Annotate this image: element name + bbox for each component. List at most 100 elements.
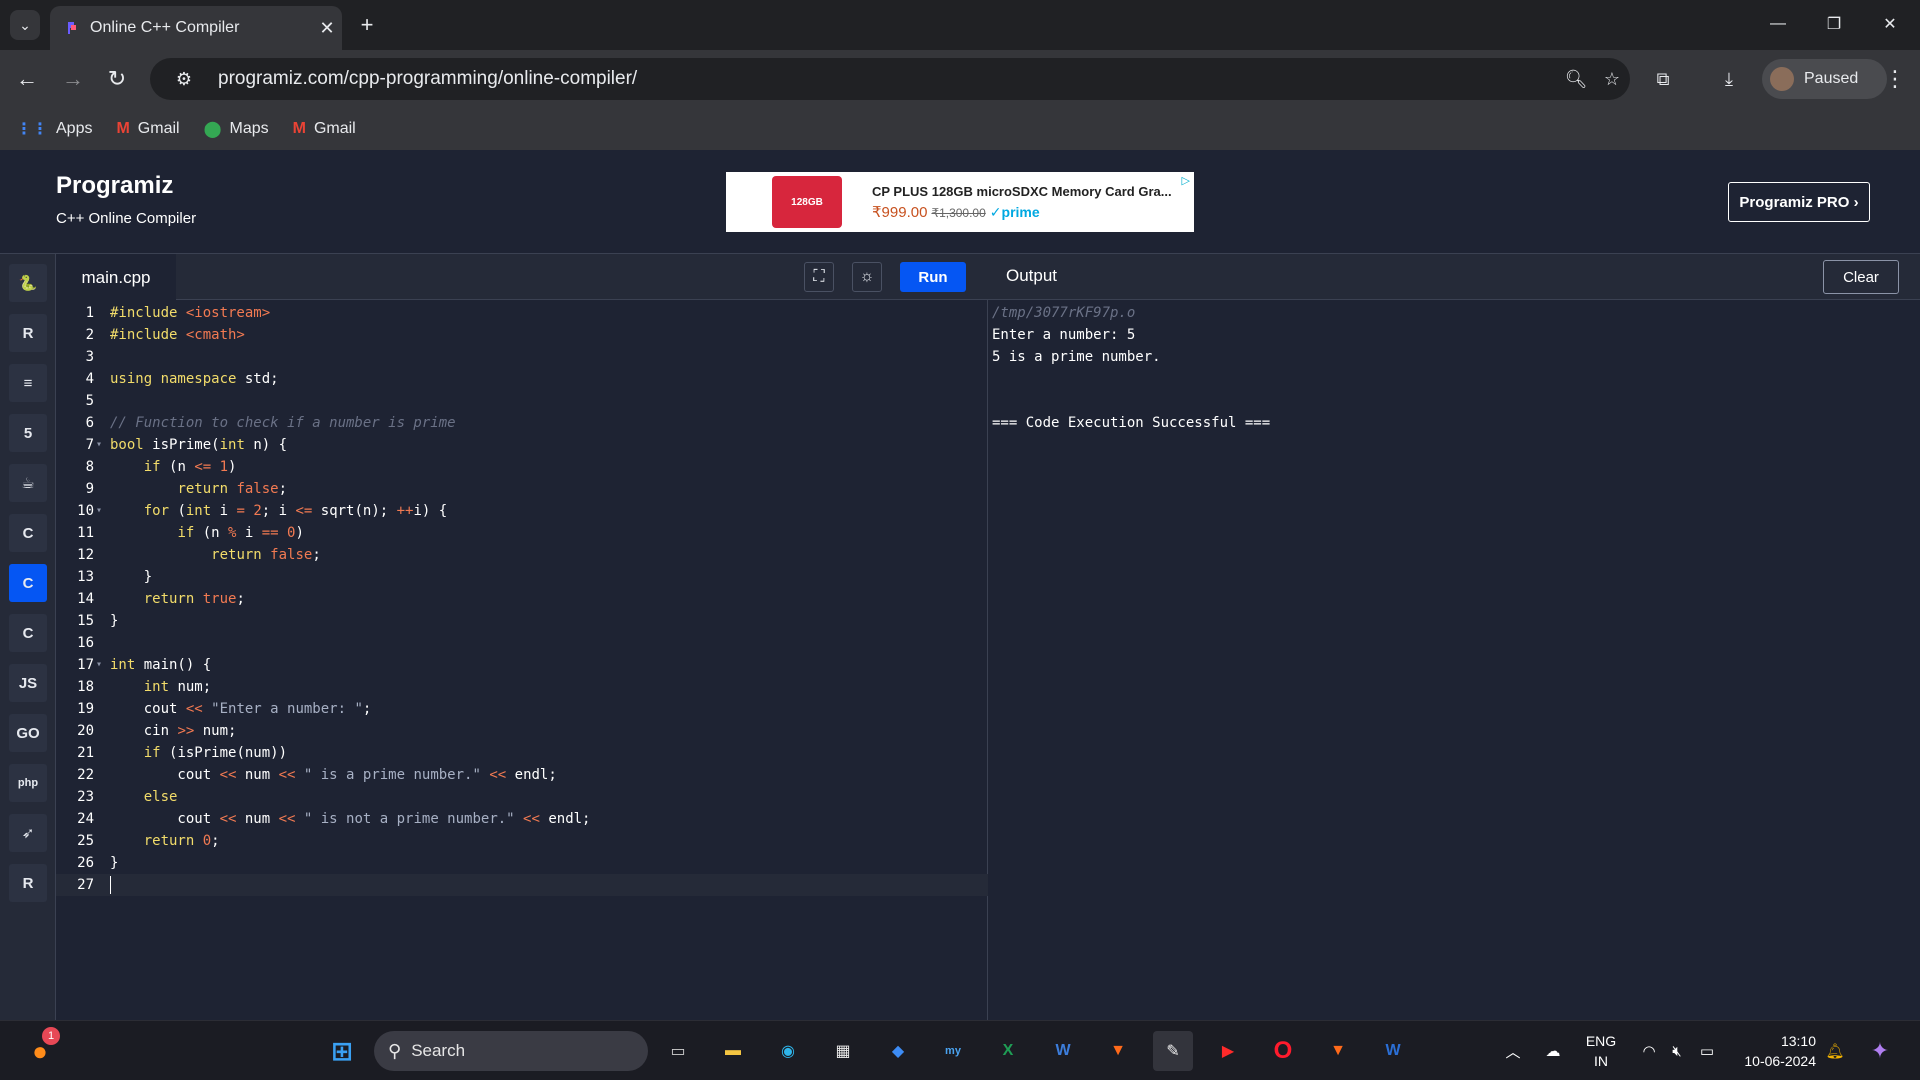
address-bar[interactable]: ⚙ programiz.com/cpp-programming/online-c… [150,58,1630,100]
reload-icon[interactable]: ↻ [100,62,134,96]
site-info-icon[interactable]: ⚙ [166,61,202,97]
code-line[interactable]: 3 [56,346,988,368]
code-line[interactable]: 7 ▾ bool isPrime(int n) { [56,434,988,456]
file-tab-main-cpp[interactable]: main.cpp [56,254,176,301]
word-icon[interactable]: W [1043,1031,1083,1071]
fold-toggle-icon[interactable]: ▾ [96,434,102,456]
browser-tab[interactable]: Online C++ Compiler ✕ [50,6,342,50]
js-icon[interactable]: JS [9,664,47,702]
advertisement-banner[interactable]: 128GB CP PLUS 128GB microSDXC Memory Car… [726,172,1194,232]
code-line[interactable]: 18 int num; [56,676,988,698]
theme-toggle-icon[interactable]: ☼ [852,262,882,292]
code-line[interactable]: 13 } [56,566,988,588]
code-line[interactable]: 2 #include <cmath> [56,324,988,346]
csharp-icon[interactable]: C [9,614,47,652]
opera-icon[interactable]: O [1263,1031,1303,1071]
fullscreen-icon[interactable]: ⛶ [804,262,834,292]
tab-close-icon[interactable]: ✕ [312,18,342,39]
vlc-icon-2[interactable]: ▼ [1318,1031,1358,1071]
programiz-logo[interactable]: Programiz [56,172,173,200]
bookmark-star-icon[interactable]: ☆ [1594,61,1630,97]
code-line[interactable]: 16 [56,632,988,654]
swift-icon[interactable]: ➶ [9,814,47,852]
zoom-icon[interactable]: 🔍︎ [1558,61,1594,97]
browser-menu-icon[interactable]: ⋮ [1880,62,1910,96]
vlc-icon[interactable]: ▼ [1098,1031,1138,1071]
code-line[interactable]: 4 using namespace std; [56,368,988,390]
fold-toggle-icon[interactable]: ▾ [96,500,102,522]
code-line[interactable]: 15} [56,610,988,632]
code-line[interactable]: 26} [56,852,988,874]
code-line[interactable]: 21 if (isPrime(num)) [56,742,988,764]
volume-muted-icon[interactable]: 🔇︎ [1664,1031,1690,1071]
cpp-icon[interactable]: C [9,564,47,602]
run-button[interactable]: Run [900,262,966,292]
file-explorer-icon[interactable]: ▬ [713,1031,753,1071]
rust-icon[interactable]: R [9,864,47,902]
code-line[interactable]: 10 ▾ for (int i = 2; i <= sqrt(n); ++i) { [56,500,988,522]
bookmark-gmail-2[interactable]: M Gmail [293,120,356,138]
downloads-icon[interactable]: ⤓ [1712,62,1746,96]
copilot-icon[interactable]: ✦ [1862,1031,1898,1071]
clear-button[interactable]: Clear [1823,260,1899,294]
code-line[interactable]: 24 cout << num << " is not a prime numbe… [56,808,988,830]
code-line[interactable]: 6 // Function to check if a number is pri… [56,412,988,434]
code-line[interactable]: 22 cout << num << " is a prime number." … [56,764,988,786]
forward-icon[interactable]: → [56,62,90,96]
code-line[interactable]: 12 return false; [56,544,988,566]
notification-bell-icon[interactable]: 🔔︎ [1822,1031,1848,1071]
dropbox-icon[interactable]: ◆ [878,1031,918,1071]
restore-button[interactable]: ❐ [1806,6,1862,42]
profile-button[interactable]: Paused [1762,59,1887,99]
code-line[interactable]: 1 #include <iostream> [56,302,988,324]
code-area[interactable]: 1 #include <iostream> 2 #include <cmath> 3 4 u… [56,302,988,896]
c-icon[interactable]: C [9,514,47,552]
code-line[interactable]: 27 [56,874,988,896]
r-icon[interactable]: R [9,314,47,352]
notepad-icon[interactable]: ✎ [1153,1031,1193,1071]
html-icon[interactable]: 5 [9,414,47,452]
url-text[interactable]: programiz.com/cpp-programming/online-com… [218,68,1558,90]
extensions-icon[interactable]: ⧉ [1646,62,1680,96]
minimize-button[interactable]: — [1750,6,1806,42]
fold-toggle-icon[interactable]: ▾ [96,654,102,676]
code-line[interactable]: 20 cin >> num; [56,720,988,742]
code-line[interactable]: 23 else [56,786,988,808]
youtube-icon[interactable]: ▶ [1208,1031,1248,1071]
onedrive-icon[interactable]: ☁ [1538,1031,1568,1071]
taskbar-search[interactable]: ⚲ Search [374,1031,648,1071]
bookmark-maps[interactable]: ⬤ Maps [204,119,269,139]
go-icon[interactable]: GO [9,714,47,752]
input-language-indicator[interactable]: ENG IN [1576,1031,1626,1071]
wifi-icon[interactable]: ◠ [1636,1031,1662,1071]
show-hidden-icons-icon[interactable]: ︿ [1498,1031,1528,1071]
java-icon[interactable]: ☕ [9,464,47,502]
output-console[interactable]: /tmp/3077rKF97p.o Enter a number: 5 5 is a… [992,302,1270,434]
microsoft-store-icon[interactable]: ▦ [823,1031,863,1071]
adchoices-icon[interactable]: ▷ [1182,174,1190,187]
close-window-button[interactable]: ✕ [1862,6,1918,42]
windows-start-icon[interactable]: ⊞ [322,1031,362,1071]
code-line[interactable]: 17 ▾ int main() { [56,654,988,676]
task-view-icon[interactable]: ▭ [658,1031,698,1071]
sql-icon[interactable]: ≡ [9,364,47,402]
taskbar-clock[interactable]: 13:10 10-06-2024 [1736,1031,1816,1071]
new-tab-button[interactable]: + [352,10,382,40]
code-line[interactable]: 25 return 0; [56,830,988,852]
bookmark-apps[interactable]: ⋮⋮ Apps [16,119,92,139]
mylip-icon[interactable]: my [933,1031,973,1071]
word-icon-2[interactable]: W [1373,1031,1413,1071]
code-line[interactable]: 9 return false; [56,478,988,500]
code-line[interactable]: 14 return true; [56,588,988,610]
back-icon[interactable]: ← [10,62,44,96]
tab-search-button[interactable]: ⌄ [10,10,40,40]
excel-icon[interactable]: X [988,1031,1028,1071]
code-line[interactable]: 5 [56,390,988,412]
code-line[interactable]: 19 cout << "Enter a number: "; [56,698,988,720]
code-line[interactable]: 8 if (n <= 1) [56,456,988,478]
code-line[interactable]: 11 if (n % i == 0) [56,522,988,544]
bookmark-gmail[interactable]: M Gmail [116,120,179,138]
php-icon[interactable]: php [9,764,47,802]
programiz-pro-button[interactable]: Programiz PRO › [1728,182,1870,222]
battery-icon[interactable]: ▭ [1694,1031,1720,1071]
